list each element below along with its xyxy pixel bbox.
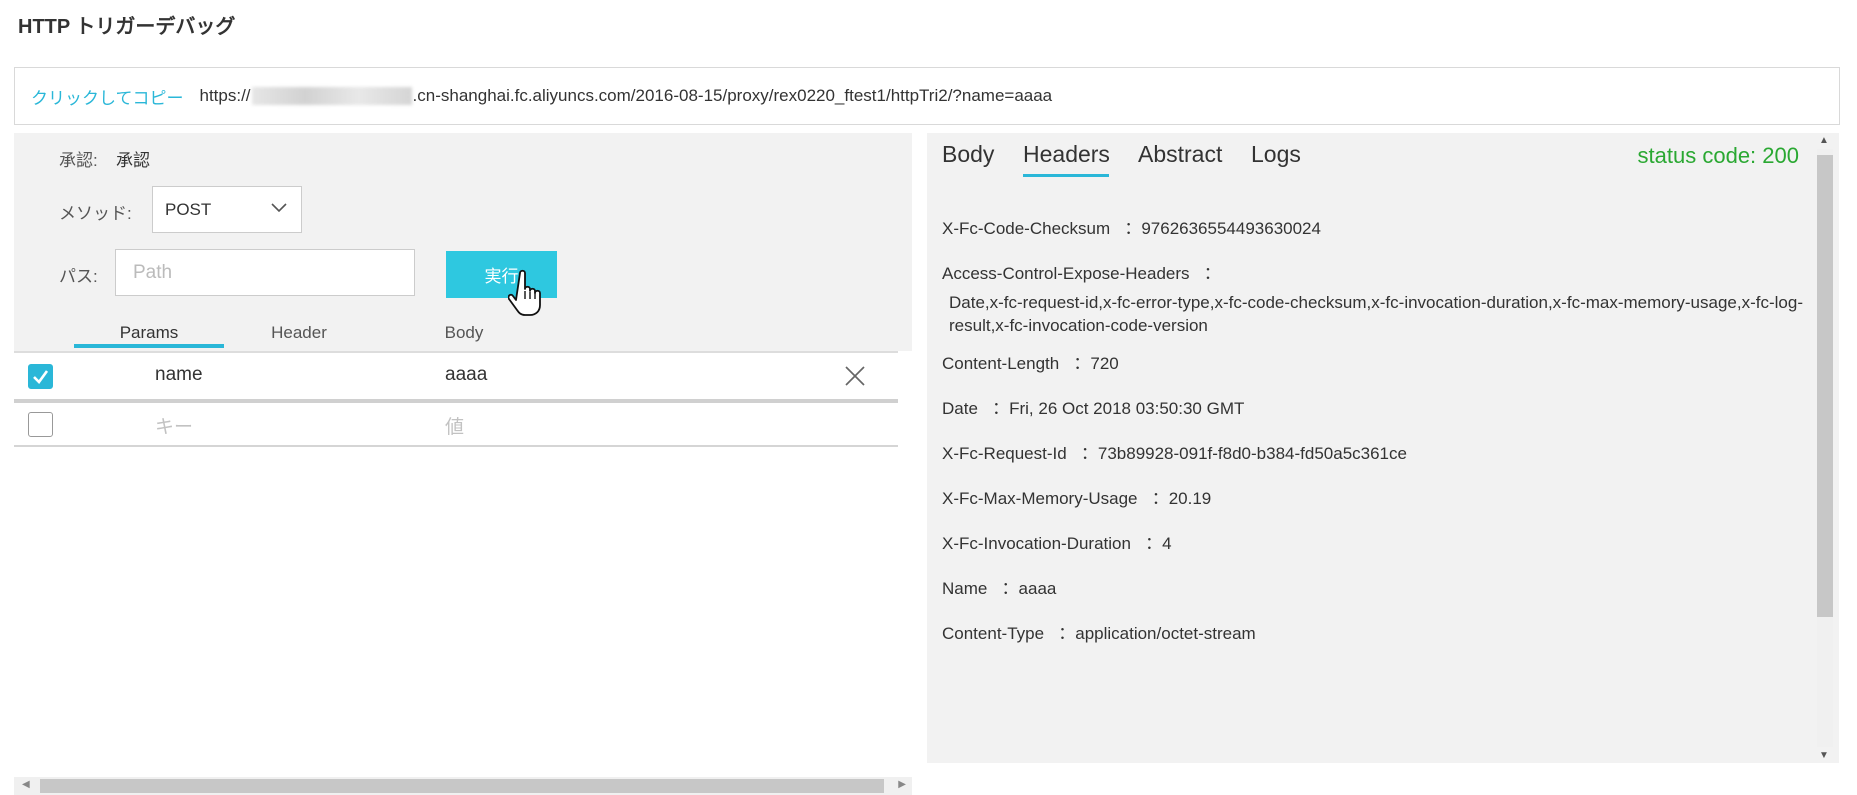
- tab-response-logs[interactable]: Logs: [1251, 141, 1301, 168]
- header-value: 4: [1162, 534, 1172, 553]
- tab-body[interactable]: Body: [404, 323, 524, 343]
- tab-response-headers[interactable]: Headers: [1023, 141, 1110, 168]
- scrollbar-thumb[interactable]: [40, 779, 884, 793]
- checkmark-icon: [33, 370, 49, 384]
- header-name: Access-Control-Expose-Headers: [942, 264, 1190, 283]
- auth-label: 承認:: [59, 151, 98, 170]
- path-label: パス:: [59, 267, 98, 286]
- horizontal-scrollbar[interactable]: ◀ ▶: [14, 777, 912, 795]
- active-tab-indicator: [1023, 174, 1109, 177]
- header-entry: Content-Length ：720: [942, 354, 1119, 373]
- copy-url-link[interactable]: クリックしてコピー: [31, 84, 184, 109]
- active-tab-indicator: [74, 344, 224, 348]
- header-name: X-Fc-Max-Memory-Usage: [942, 489, 1138, 508]
- param-value[interactable]: aaaa: [445, 364, 487, 386]
- header-name: X-Fc-Code-Checksum: [942, 219, 1111, 238]
- tab-response-abstract[interactable]: Abstract: [1138, 141, 1222, 168]
- trigger-url[interactable]: https:// .cn-shanghai.fc.aliyuncs.com/20…: [199, 86, 1053, 106]
- status-code: status code: 200: [1637, 143, 1799, 168]
- header-value: application/octet-stream: [1075, 624, 1256, 643]
- header-value: 720: [1090, 354, 1119, 373]
- request-panel: 承認: 承認 メソッド: POST パス: 実行 Params Header B…: [14, 133, 912, 351]
- value-placeholder[interactable]: 値: [445, 412, 464, 439]
- url-bar: クリックしてコピー https:// .cn-shanghai.fc.aliyu…: [14, 67, 1840, 125]
- header-entry: X-Fc-Request-Id ：73b89928-091f-f8d0-b384…: [942, 444, 1407, 463]
- auth-value: 承認: [116, 151, 150, 170]
- header-value: Date,x-fc-request-id,x-fc-error-type,x-f…: [949, 293, 1803, 335]
- header-value: 20.19: [1168, 489, 1212, 508]
- header-entry: X-Fc-Code-Checksum ：9762636554493630024: [942, 219, 1321, 238]
- header-entry: Content-Type ：application/octet-stream: [942, 624, 1256, 643]
- page-title: HTTP トリガーデバッグ: [18, 16, 236, 38]
- header-name: X-Fc-Invocation-Duration: [942, 534, 1131, 553]
- redacted-account-id: [251, 87, 412, 105]
- method-value: POST: [165, 199, 212, 219]
- scroll-right-icon[interactable]: ▶: [898, 779, 906, 790]
- header-entry: Date ：Fri, 26 Oct 2018 03:50:30 GMT: [942, 399, 1245, 418]
- key-placeholder[interactable]: キー: [155, 412, 193, 439]
- header-entry: Access-Control-Expose-Headers ：: [942, 264, 1221, 283]
- header-name: X-Fc-Request-Id: [942, 444, 1067, 463]
- method-select[interactable]: POST: [152, 186, 302, 233]
- tab-params[interactable]: Params: [74, 323, 224, 343]
- param-key[interactable]: name: [155, 364, 203, 386]
- response-panel: Body Headers Abstract Logs status code: …: [927, 133, 1839, 763]
- header-value: aaaa: [1018, 579, 1057, 598]
- scroll-left-icon[interactable]: ◀: [22, 779, 30, 790]
- vertical-scrollbar[interactable]: ▲ ▼: [1817, 135, 1833, 761]
- scroll-down-icon[interactable]: ▼: [1819, 750, 1829, 761]
- param-checkbox[interactable]: [28, 364, 53, 389]
- close-icon[interactable]: [844, 365, 866, 387]
- path-input[interactable]: [115, 249, 415, 296]
- header-entry: X-Fc-Max-Memory-Usage ：20.19: [942, 489, 1212, 508]
- url-suffix: .cn-shanghai.fc.aliyuncs.com/2016-08-15/…: [412, 86, 1053, 105]
- empty-param-row: キー 値: [14, 403, 898, 450]
- header-name: Content-Type: [942, 624, 1045, 643]
- scrollbar-thumb[interactable]: [1817, 155, 1833, 617]
- header-entry: Name ：aaaa: [942, 579, 1057, 598]
- row-divider: [14, 445, 898, 447]
- url-prefix: https://: [199, 86, 251, 105]
- http-trigger-debug-page: HTTP トリガーデバッグ クリックしてコピー https:// .cn-sha…: [0, 0, 1857, 795]
- header-entry: X-Fc-Invocation-Duration ：4: [942, 534, 1172, 553]
- empty-row-checkbox[interactable]: [28, 412, 53, 437]
- header-value: 73b89928-091f-f8d0-b384-fd50a5c361ce: [1097, 444, 1407, 463]
- param-row: name aaaa: [14, 353, 898, 400]
- chevron-down-icon: [271, 203, 287, 213]
- method-label: メソッド:: [59, 204, 132, 223]
- header-name: Date: [942, 399, 978, 418]
- header-name: Content-Length: [942, 354, 1060, 373]
- hand-cursor-icon: [508, 269, 541, 316]
- header-value: Fri, 26 Oct 2018 03:50:30 GMT: [1009, 399, 1245, 418]
- header-value: 9762636554493630024: [1141, 219, 1321, 238]
- tab-header[interactable]: Header: [239, 323, 359, 343]
- scroll-up-icon[interactable]: ▲: [1819, 135, 1829, 146]
- tab-response-body[interactable]: Body: [942, 141, 994, 168]
- header-name: Name: [942, 579, 988, 598]
